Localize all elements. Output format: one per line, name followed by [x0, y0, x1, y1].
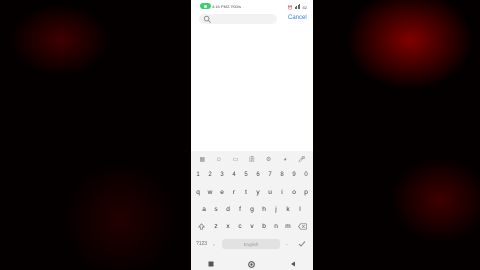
- key-y[interactable]: y: [253, 185, 264, 199]
- keyboard-row-3: zxcvbnm: [191, 219, 313, 233]
- enter-key[interactable]: [295, 237, 309, 251]
- recents-button[interactable]: [205, 260, 217, 268]
- key-5[interactable]: 5: [241, 168, 252, 182]
- clipboard-icon[interactable]: 📋︎: [247, 155, 257, 165]
- home-button[interactable]: [246, 260, 258, 268]
- key-6[interactable]: 6: [253, 168, 264, 182]
- key-2[interactable]: 2: [205, 168, 216, 182]
- backspace-icon: [298, 222, 307, 230]
- phone-screen: 4:16 PM 2.7KB/s ⏰ 82 Cancel ▦ ☺ ▭ 📋︎ ⚙ ◕…: [191, 0, 313, 270]
- key-q[interactable]: q: [193, 185, 204, 199]
- key-i[interactable]: i: [277, 185, 288, 199]
- recents-icon: [208, 261, 214, 267]
- cancel-button[interactable]: Cancel: [288, 15, 307, 21]
- back-button[interactable]: [287, 260, 299, 268]
- checkmark-icon: [298, 241, 306, 247]
- key-r[interactable]: r: [229, 185, 240, 199]
- status-icons: ⏰ 82: [288, 4, 307, 10]
- key-8[interactable]: 8: [277, 168, 288, 182]
- key-c[interactable]: c: [235, 219, 246, 233]
- search-icon: [203, 15, 211, 23]
- key-z[interactable]: z: [211, 219, 222, 233]
- key-4[interactable]: 4: [229, 168, 240, 182]
- key-x[interactable]: x: [223, 219, 234, 233]
- status-net-speed: 2.7KB/s: [227, 4, 242, 9]
- navigation-bar: [191, 258, 313, 270]
- comma-key[interactable]: ,: [210, 237, 218, 251]
- period-key[interactable]: .: [283, 237, 291, 251]
- status-time: 4:16 PM: [212, 4, 227, 9]
- settings-icon[interactable]: ⚙: [264, 155, 274, 165]
- key-m[interactable]: m: [283, 219, 294, 233]
- backspace-key[interactable]: [295, 219, 311, 233]
- key-7[interactable]: 7: [265, 168, 276, 182]
- back-icon: [290, 261, 295, 267]
- key-3[interactable]: 3: [217, 168, 228, 182]
- key-j[interactable]: j: [271, 202, 282, 216]
- key-f[interactable]: f: [235, 202, 246, 216]
- key-u[interactable]: u: [265, 185, 276, 199]
- mic-icon[interactable]: 🎤︎: [297, 155, 307, 165]
- space-key[interactable]: English: [222, 239, 280, 249]
- key-n[interactable]: n: [271, 219, 282, 233]
- keyboard-toolbar: ▦ ☺ ▭ 📋︎ ⚙ ◕ 🎤︎: [191, 152, 313, 167]
- alarm-icon: ⏰: [287, 4, 293, 10]
- screen-record-indicator[interactable]: [200, 3, 211, 9]
- key-o[interactable]: o: [289, 185, 300, 199]
- key-l[interactable]: l: [295, 202, 306, 216]
- search-results-area: [191, 26, 313, 150]
- key-h[interactable]: h: [259, 202, 270, 216]
- key-9[interactable]: 9: [289, 168, 300, 182]
- shift-key[interactable]: [194, 219, 210, 233]
- key-b[interactable]: b: [259, 219, 270, 233]
- keyboard-row-2: asdfghjkl: [191, 202, 313, 216]
- search-row: Cancel: [191, 12, 313, 26]
- keyboard-bottom-row: ?123 , English .: [191, 237, 313, 251]
- key-s[interactable]: s: [211, 202, 222, 216]
- keyboard-number-row: 1234567890: [191, 168, 313, 182]
- mode-switch-key[interactable]: ?123: [194, 237, 209, 251]
- keyboard-row-1: qwertyuiop: [191, 185, 313, 199]
- signal-icon: [294, 4, 301, 10]
- key-1[interactable]: 1: [193, 168, 204, 182]
- shift-icon: [198, 222, 205, 230]
- key-d[interactable]: d: [223, 202, 234, 216]
- key-a[interactable]: a: [199, 202, 210, 216]
- palette-icon[interactable]: ◕: [280, 155, 290, 165]
- key-g[interactable]: g: [247, 202, 258, 216]
- key-e[interactable]: e: [217, 185, 228, 199]
- key-t[interactable]: t: [241, 185, 252, 199]
- key-k[interactable]: k: [283, 202, 294, 216]
- key-w[interactable]: w: [205, 185, 216, 199]
- gif-icon[interactable]: ▭: [230, 155, 240, 165]
- sticker-icon[interactable]: ☺: [214, 155, 224, 165]
- key-p[interactable]: p: [301, 185, 312, 199]
- battery-level: 82: [302, 4, 307, 10]
- status-bar: 4:16 PM 2.7KB/s ⏰ 82: [191, 0, 313, 12]
- key-v[interactable]: v: [247, 219, 258, 233]
- home-icon: [248, 260, 256, 268]
- key-0[interactable]: 0: [301, 168, 312, 182]
- grid-icon[interactable]: ▦: [197, 155, 207, 165]
